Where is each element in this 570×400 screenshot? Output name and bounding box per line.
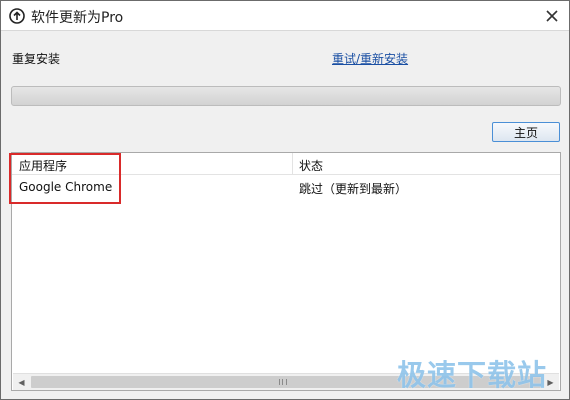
install-progress-bar bbox=[11, 86, 561, 106]
app-window: 软件更新为Pro 重复安装 重试/重新安装 主页 应用程序 状态 Google … bbox=[0, 0, 570, 400]
close-icon[interactable] bbox=[541, 5, 563, 27]
scroll-left-icon[interactable]: ◀ bbox=[13, 374, 30, 391]
row-status: 跳过（更新到最新） bbox=[299, 182, 408, 196]
install-status-label: 重复安装 bbox=[12, 52, 61, 66]
row-app-name: Google Chrome bbox=[19, 180, 113, 194]
table-row[interactable]: Google Chrome 跳过（更新到最新） bbox=[12, 177, 560, 197]
column-header-status[interactable]: 状态 bbox=[299, 157, 323, 174]
scroll-grip-icon bbox=[279, 379, 287, 385]
title-bar: 软件更新为Pro bbox=[1, 1, 569, 31]
site-watermark: 极速下载站 bbox=[397, 358, 548, 392]
column-header-application[interactable]: 应用程序 bbox=[19, 157, 67, 174]
column-separator[interactable] bbox=[292, 153, 293, 175]
retry-reinstall-link[interactable]: 重试/重新安装 bbox=[332, 50, 408, 67]
update-arrow-icon bbox=[9, 8, 25, 24]
list-header: 应用程序 状态 bbox=[12, 153, 560, 175]
window-title: 软件更新为Pro bbox=[31, 10, 124, 26]
home-button[interactable]: 主页 bbox=[492, 122, 560, 142]
